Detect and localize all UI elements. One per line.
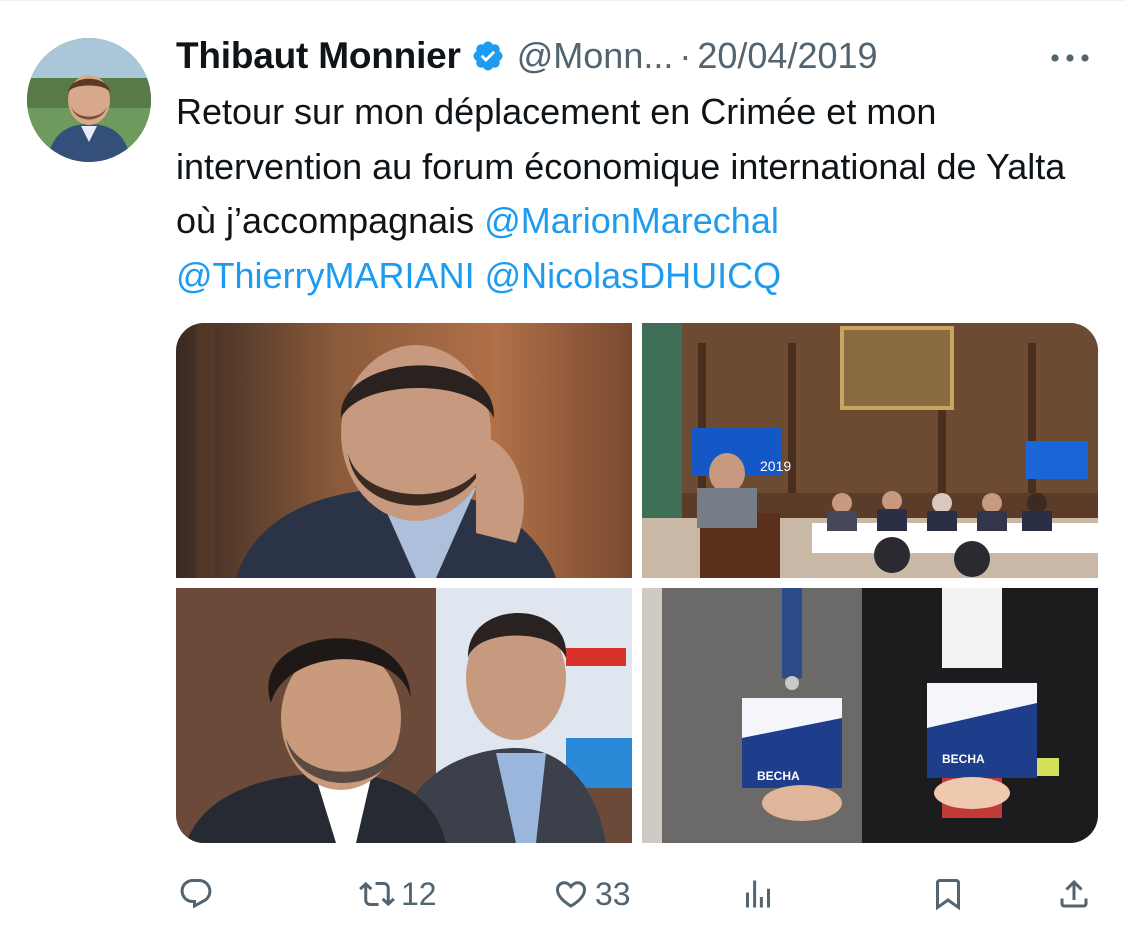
verified-badge-icon[interactable] xyxy=(471,39,505,73)
photo-4[interactable]: BECHA BECHA xyxy=(642,588,1098,843)
retweet-icon xyxy=(359,876,395,912)
brochure-text-2: BECHA xyxy=(942,752,985,766)
mention-thierry-mariani[interactable]: @ThierryMARIANI xyxy=(176,255,475,296)
retweet-count: 12 xyxy=(401,875,437,912)
views-icon xyxy=(740,876,776,912)
brochure-text-1: BECHA xyxy=(757,769,800,783)
top-divider xyxy=(0,0,1125,1)
media-grid: 2019 BECHA BECHA xyxy=(176,323,1098,843)
tweet-date[interactable]: 20/04/2019 xyxy=(697,35,877,77)
like-count: 33 xyxy=(595,875,631,912)
tweet-header: Thibaut Monnier @Monn... · 20/04/2019 xyxy=(176,30,878,82)
author-name[interactable]: Thibaut Monnier xyxy=(176,35,461,77)
tweet-text: Retour sur mon déplacement en Crimée et … xyxy=(176,85,1106,303)
mention-nicolas-dhuicq[interactable]: @NicolasDHUICQ xyxy=(485,255,782,296)
views-button[interactable] xyxy=(740,866,776,922)
mention-marion-marechal[interactable]: @MarionMarechal xyxy=(484,200,779,241)
reply-button[interactable] xyxy=(178,866,220,922)
bookmark-icon xyxy=(930,876,966,912)
mention-spacer xyxy=(475,255,485,296)
retweet-button[interactable]: 12 xyxy=(359,866,437,922)
bookmark-button[interactable] xyxy=(930,866,966,922)
separator-dot: · xyxy=(679,35,692,76)
photo-1[interactable] xyxy=(176,323,632,578)
heart-icon xyxy=(553,876,589,912)
photo-2[interactable]: 2019 xyxy=(642,323,1098,578)
like-button[interactable]: 33 xyxy=(553,866,631,922)
photo-3[interactable] xyxy=(176,588,632,843)
action-bar: 12 33 xyxy=(0,866,1125,922)
author-handle[interactable]: @Monn... xyxy=(517,35,674,77)
more-options-icon[interactable] xyxy=(1048,38,1092,78)
share-icon xyxy=(1056,876,1092,912)
share-button[interactable] xyxy=(1056,866,1092,922)
author-avatar[interactable] xyxy=(27,38,151,162)
reply-icon xyxy=(178,876,214,912)
screen-year-text: 2019 xyxy=(760,458,791,474)
